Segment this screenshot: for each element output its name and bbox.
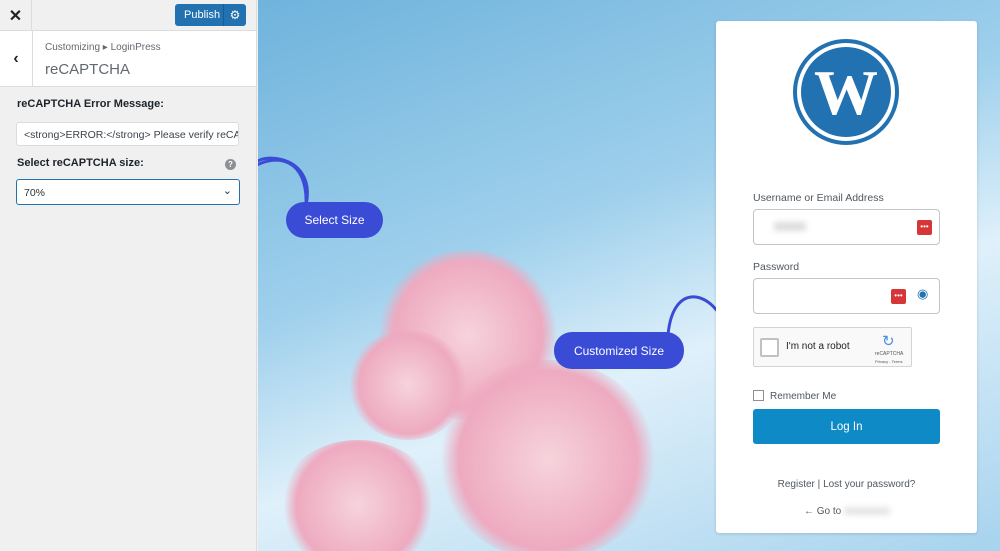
customizer-header: ✕ Publish ⚙ [0,0,256,31]
lost-password-link[interactable]: Lost your password? [823,479,915,490]
section-title: reCAPTCHA [45,61,131,78]
remember-label: Remember Me [770,391,837,402]
remember-checkbox[interactable] [753,390,764,401]
help-icon[interactable]: ? [225,159,236,170]
recaptcha-widget: I'm not a robot ↻ reCAPTCHA Privacy - Te… [753,327,912,367]
chevron-left-icon: ‹ [13,50,19,67]
password-label: Password [753,261,800,273]
go-to-label: ← Go to [804,506,842,517]
blurred-username [774,222,806,231]
error-message-label: reCAPTCHA Error Message: [17,98,164,110]
close-button[interactable]: ✕ [0,0,32,31]
select-size-badge: Select Size [286,202,383,238]
close-icon: ✕ [8,7,23,25]
go-to-site-link[interactable]: ← Go to [804,506,891,517]
login-links: Register | Lost your password? [716,479,977,490]
chevron-down-icon: ⌄ [222,185,232,197]
username-label: Username or Email Address [753,192,884,204]
password-manager-icon[interactable]: ••• [891,289,906,304]
size-label: Select reCAPTCHA size: [17,157,144,169]
eye-icon[interactable]: ◉ [917,286,928,302]
username-input[interactable]: ••• [753,209,940,245]
recaptcha-links[interactable]: Privacy - Terms [875,359,902,364]
recaptcha-logo-icon: ↻ [882,333,895,350]
customized-size-badge: Customized Size [554,332,684,369]
wordpress-logo: W [793,39,899,145]
size-select[interactable]: 70% ⌄ [16,179,240,205]
publish-button[interactable]: Publish ⚙ [175,4,246,26]
recaptcha-text: I'm not a robot [786,341,850,352]
password-manager-icon[interactable]: ••• [917,220,932,235]
login-button[interactable]: Log In [753,409,940,444]
svg-text:W: W [814,57,878,128]
password-input[interactable]: ••• ◉ [753,278,940,314]
section-header: ‹ Customizing ▸ LoginPress reCAPTCHA [0,31,256,87]
customizer-sidebar: ✕ Publish ⚙ ‹ Customizing ▸ LoginPress r… [0,0,257,551]
breadcrumb: Customizing ▸ LoginPress [45,42,161,53]
error-message-input[interactable]: <strong>ERROR:</strong> Please verify re… [16,122,239,146]
size-value: 70% [24,187,46,199]
recaptcha-brand: reCAPTCHA [875,351,904,357]
publish-label: Publish [184,9,221,21]
recaptcha-checkbox[interactable] [760,338,779,357]
blurred-site-name [844,507,891,516]
register-link[interactable]: Register [778,479,815,490]
login-form: W Username or Email Address ••• Password… [716,21,977,533]
back-button[interactable]: ‹ [0,31,33,87]
gear-icon[interactable]: ⚙ [223,4,246,26]
link-separator: | [817,479,821,490]
